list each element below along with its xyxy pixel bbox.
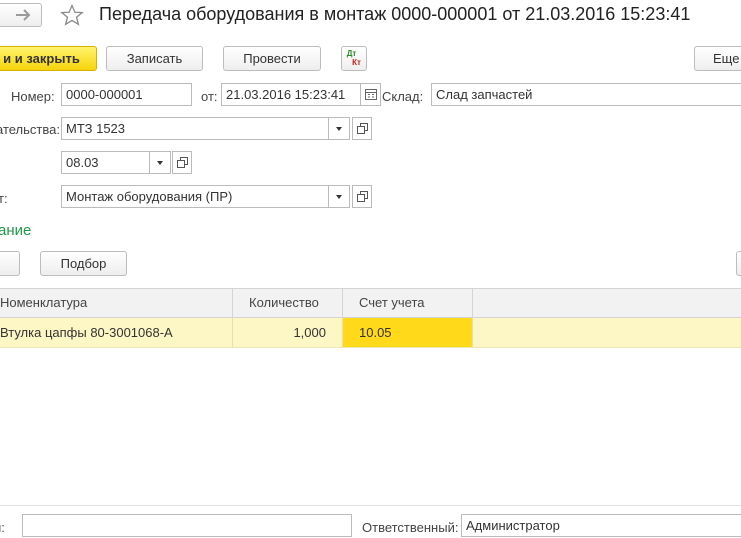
footer-divider xyxy=(0,505,741,506)
warehouse-field[interactable]: Слад запчастей xyxy=(431,83,741,106)
warehouse-label: Склад: xyxy=(382,89,424,104)
responsible-field[interactable]: Администратор xyxy=(461,514,741,537)
forward-button[interactable] xyxy=(0,3,42,27)
vehicle-field[interactable]: МТЗ 1523 xyxy=(61,117,329,140)
comment-field[interactable] xyxy=(22,514,352,537)
responsible-label: Ответственный: xyxy=(362,520,459,535)
number-field[interactable]: 0000-000001 xyxy=(61,83,192,106)
vehicle-open-button[interactable] xyxy=(352,117,372,140)
table-header: Номенклатура Количество Счет учета xyxy=(0,288,741,318)
vehicle-label: ательства: xyxy=(0,122,60,137)
date-field[interactable]: 21.03.2016 15:23:41 xyxy=(221,83,361,106)
operation-open-button[interactable] xyxy=(352,185,372,208)
calendar-icon xyxy=(364,89,377,100)
period-open-button[interactable] xyxy=(172,151,192,174)
arrow-right-icon xyxy=(16,9,31,21)
page-title: Передача оборудования в монтаж 0000-0000… xyxy=(99,4,691,24)
pick-button[interactable]: Подбор xyxy=(40,251,127,276)
star-icon[interactable] xyxy=(60,4,84,26)
cell-nomenclature[interactable]: Втулка цапфы 80-3001068-А xyxy=(0,318,233,347)
period-field[interactable]: 08.03 xyxy=(61,151,150,174)
open-window-icon xyxy=(356,191,368,202)
operation-field[interactable]: Монтаж оборудования (ПР) xyxy=(61,185,329,208)
number-label: Номер: xyxy=(11,89,55,104)
dt-label: Дт xyxy=(346,49,357,58)
date-label: от: xyxy=(201,89,218,104)
vehicle-dropdown-button[interactable] xyxy=(328,117,350,140)
table-row[interactable]: Втулка цапфы 80-3001068-А 1,000 10.05 xyxy=(0,318,741,348)
chevron-down-icon xyxy=(157,160,163,165)
chevron-down-icon xyxy=(336,126,342,131)
open-window-icon xyxy=(356,123,368,134)
table-more-button[interactable] xyxy=(736,251,741,276)
cell-account[interactable]: 10.05 xyxy=(343,318,473,347)
comment-label: й: xyxy=(0,520,5,535)
section-title: ание xyxy=(0,222,32,239)
chevron-down-icon xyxy=(336,194,342,199)
add-row-button[interactable] xyxy=(0,251,20,276)
period-dropdown-button[interactable] xyxy=(149,151,171,174)
dt-kt-icon: Дт Кт xyxy=(342,49,366,67)
operation-label: т: xyxy=(0,191,8,206)
open-window-icon xyxy=(176,157,188,168)
calendar-button[interactable] xyxy=(361,83,381,106)
post-button[interactable]: Провести xyxy=(223,46,321,71)
cell-quantity[interactable]: 1,000 xyxy=(233,318,343,347)
column-header-quantity[interactable]: Количество xyxy=(233,289,343,317)
operation-dropdown-button[interactable] xyxy=(328,185,350,208)
post-and-close-button[interactable]: и и закрыть xyxy=(0,46,97,71)
column-header-nomenclature[interactable]: Номенклатура xyxy=(0,289,233,317)
column-header-account[interactable]: Счет учета xyxy=(343,289,473,317)
more-button[interactable]: Еще xyxy=(694,46,741,71)
kt-label: Кт xyxy=(352,58,361,67)
dt-kt-button[interactable]: Дт Кт xyxy=(341,46,367,71)
save-button[interactable]: Записать xyxy=(106,46,203,71)
